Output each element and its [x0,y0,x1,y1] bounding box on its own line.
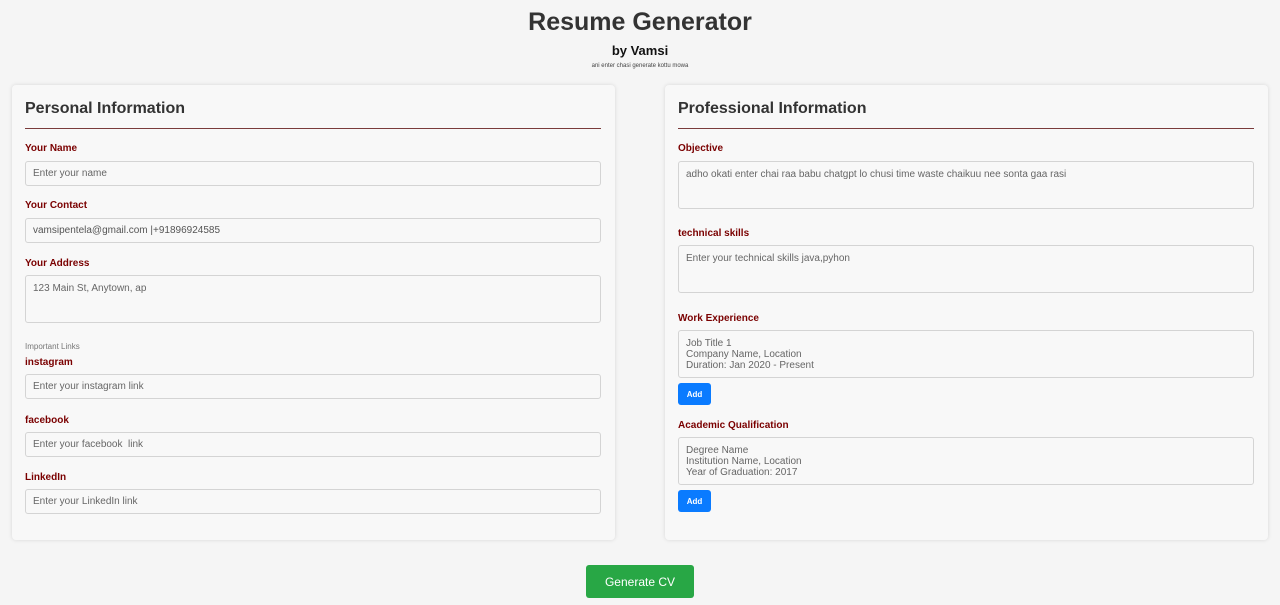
address-label: Your Address [25,258,90,269]
objective-textarea[interactable] [678,161,1254,209]
personal-information-card: Personal Information Your Name Your Cont… [12,85,615,540]
objective-label: Objective [678,143,724,154]
academic-qualification-label: Academic Qualification [678,420,789,431]
address-textarea[interactable] [25,275,601,323]
add-academic-qualification-button[interactable]: Add [678,490,711,512]
section-divider [25,128,601,129]
linkedin-label: LinkedIn [25,472,67,483]
technical-skills-label: technical skills [678,228,750,239]
page-title: Resume Generator [528,8,752,36]
linkedin-input[interactable] [25,489,601,514]
contact-label: Your Contact [25,200,88,211]
add-work-experience-button[interactable]: Add [678,383,711,405]
page-tagline: ani enter chasi generate kottu mowa [591,63,689,69]
academic-qualification-textarea[interactable] [678,437,1254,485]
facebook-input[interactable] [25,432,601,457]
important-links-hint: Important Links [25,342,80,351]
instagram-label: instagram [25,357,73,368]
name-input[interactable] [25,161,601,186]
contact-input[interactable] [25,218,601,243]
generate-cv-button[interactable]: Generate CV [586,565,694,598]
personal-information-title: Personal Information [25,100,186,117]
instagram-input[interactable] [25,374,601,399]
technical-skills-textarea[interactable] [678,245,1254,293]
professional-information-title: Professional Information [678,100,867,117]
name-label: Your Name [25,143,78,154]
work-experience-label: Work Experience [678,313,759,324]
section-divider [678,128,1254,129]
facebook-label: facebook [25,415,69,426]
work-experience-textarea[interactable] [678,330,1254,378]
professional-information-card: Professional Information Objective techn… [665,85,1268,540]
page-author: by Vamsi [611,43,669,58]
